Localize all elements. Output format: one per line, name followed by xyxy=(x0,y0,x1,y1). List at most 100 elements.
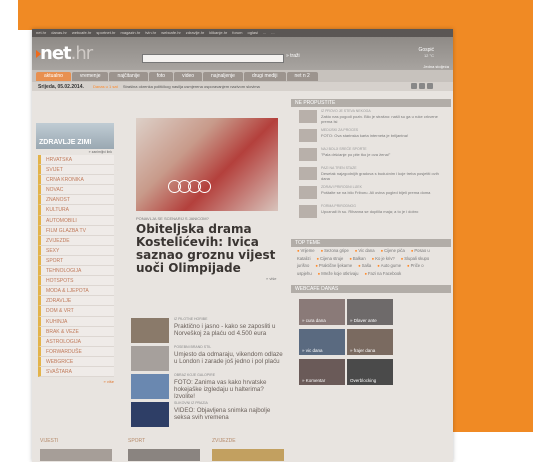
sidebar-category-item[interactable]: BRAK & VEZE xyxy=(38,326,114,337)
top-strip-link[interactable]: oglasi xyxy=(248,30,258,35)
must-see-title[interactable]: FOTO: Ova starinska karta interneta je b… xyxy=(321,133,441,138)
sidebar-category-item[interactable]: ZNANOST xyxy=(38,195,114,206)
sidebar-category-item[interactable]: SPORT xyxy=(38,255,114,267)
nav-tab[interactable]: najčitanije xyxy=(109,71,148,81)
top-tema-label[interactable]: Mreže koje otkrivaju xyxy=(321,271,358,276)
must-see-item[interactable]: FORMA PRIRODNOG Upoznali ih su. Rihanna s… xyxy=(291,202,451,221)
article-thumbnail[interactable] xyxy=(131,318,169,343)
top-tema-label[interactable]: Vic dana xyxy=(358,248,374,253)
top-tema-link[interactable]: ●Sezona gripe xyxy=(321,248,352,253)
must-see-item[interactable]: MEDIJSKI ZA PROCES FOTO: Ova starinska ka… xyxy=(291,126,451,145)
sidebar-category-item[interactable]: MODA & LJEPOTA xyxy=(38,286,114,297)
sidebar-category-item[interactable]: CRNA KRONIKA xyxy=(38,175,114,186)
weather-widget[interactable]: Gospić 12 °C xyxy=(390,47,434,58)
top-tema-link[interactable]: ●Praktične ljekarne xyxy=(315,263,355,268)
nav-tab[interactable]: video xyxy=(174,71,203,81)
top-strip-link[interactable]: zdravlje.hr xyxy=(186,30,204,35)
nav-tab[interactable]: foto xyxy=(148,71,174,81)
vijesti-thumbnail[interactable] xyxy=(40,449,112,461)
top-story-more-link[interactable]: » više xyxy=(266,276,276,281)
top-strip-link[interactable]: webcafe.hr xyxy=(72,30,92,35)
article-title[interactable]: VIDEO: Objavljena snimka najbolje seksa … xyxy=(174,407,286,421)
must-see-title[interactable]: Poštalte se na bilo Friboru. Ali ovina p… xyxy=(321,190,441,195)
rss-icon[interactable] xyxy=(411,83,417,89)
top-strip-link[interactable]: sportnet.hr xyxy=(96,30,115,35)
top-tema-label[interactable]: Auto gume xyxy=(381,263,401,268)
webcafe-tile[interactable]: » Komentar xyxy=(299,359,345,385)
nav-tab[interactable]: vremenje xyxy=(71,71,109,81)
sidebar-category-item[interactable]: SVAŠTARA xyxy=(38,366,114,378)
ticker-headline[interactable]: Strašina okrenka političkog nasilja usmj… xyxy=(123,84,260,89)
sidebar-category-item[interactable]: ZVIJEZDE xyxy=(38,235,114,246)
login-link[interactable]: Jedna stoljeća xyxy=(423,64,449,69)
top-strip-link[interactable]: forum xyxy=(232,30,242,35)
facebook-icon[interactable] xyxy=(427,83,433,89)
section-vijesti-label[interactable]: VIJESTI xyxy=(40,438,58,444)
zvijezde-thumbnail[interactable] xyxy=(212,449,284,461)
article-thumbnail[interactable] xyxy=(131,374,169,399)
top-tema-link[interactable]: ●Ko je kriv? xyxy=(372,256,398,261)
promo-banner[interactable]: ZDRAVLJE ZIMI xyxy=(36,123,114,149)
must-see-title[interactable]: "Pala dršćanje po pite tko je ova žena!" xyxy=(321,152,441,157)
sidebar-category-item[interactable]: SVIJET xyxy=(38,165,114,176)
top-strip-link[interactable]: ... xyxy=(263,30,266,35)
search-input[interactable] xyxy=(142,54,284,63)
must-see-thumbnail[interactable] xyxy=(299,205,317,218)
sidebar-category-item[interactable]: HOTSPOTS xyxy=(38,276,114,287)
sidebar-category-item[interactable]: NOVAC xyxy=(38,185,114,196)
top-tema-label[interactable]: Fazi na Facebook xyxy=(368,271,401,276)
sidebar-category-item[interactable]: ASTROLOGIJA xyxy=(38,336,114,347)
webcafe-tile[interactable]: » frajer dana xyxy=(347,329,393,355)
top-tema-link[interactable]: ●Balkan xyxy=(349,256,368,261)
must-see-thumbnail[interactable] xyxy=(299,186,317,199)
webcafe-tile[interactable]: Overblocking xyxy=(347,359,393,385)
search-button[interactable]: » traži xyxy=(286,53,300,59)
sidebar-category-item[interactable]: FORWARDUŠE xyxy=(38,346,114,357)
top-strip-link[interactable]: ... xyxy=(271,30,274,35)
must-see-item[interactable]: NAJ BOLJI SREĆE SPORTE "Pala dršćanje po … xyxy=(291,145,451,164)
sidebar-category-item[interactable]: FILM GLAZBA TV xyxy=(38,225,114,236)
top-strip-link[interactable]: webcafe.hr xyxy=(161,30,181,35)
article-item[interactable]: POSEBNI BRAND STIL Umjesto da odmaraju, v… xyxy=(131,344,284,372)
top-tema-link[interactable]: ●Auto gume xyxy=(377,263,404,268)
must-see-thumbnail[interactable] xyxy=(299,110,317,123)
top-tema-label[interactable]: Sezona gripe xyxy=(324,248,349,253)
article-title[interactable]: Praktično i jasno - kako se zaposliti u … xyxy=(174,323,286,337)
sport-thumbnail[interactable] xyxy=(128,449,200,461)
top-story-headline[interactable]: Obiteljska drama Kostelićevih: Ivica saz… xyxy=(136,223,284,275)
must-see-thumbnail[interactable] xyxy=(299,148,317,161)
nav-tab[interactable]: aktualno xyxy=(36,71,71,81)
sidebar-category-item[interactable]: TEHNOLOGIJA xyxy=(38,266,114,277)
sidebar-category-item[interactable]: KULTURA xyxy=(38,205,114,216)
twitter-icon[interactable] xyxy=(419,83,425,89)
must-see-item[interactable]: ZDRAVI PRIRODNI LIJEK Poštalte se na bilo… xyxy=(291,183,451,202)
section-sport-label[interactable]: SPORT xyxy=(128,438,145,444)
webcafe-tile[interactable]: » vic dana xyxy=(299,329,345,355)
article-title[interactable]: Umjesto da odmaraju, vikendom odlaze u L… xyxy=(174,351,286,365)
webcafe-tile[interactable]: » Dlaver ante xyxy=(347,299,393,325)
sidebar-category-item[interactable]: SEXY xyxy=(38,245,114,256)
top-tema-link[interactable]: ●Vic dana xyxy=(355,248,378,253)
must-see-thumbnail[interactable] xyxy=(299,167,317,180)
top-story-image[interactable] xyxy=(136,118,278,211)
categories-more-link[interactable]: » više xyxy=(36,379,118,384)
sidebar-category-item[interactable]: HRVATSKA xyxy=(38,155,114,166)
article-thumbnail[interactable] xyxy=(131,402,169,427)
article-thumbnail[interactable] xyxy=(131,346,169,371)
nav-tab[interactable]: drugi mediji xyxy=(243,71,286,81)
top-tema-label[interactable]: Vrijeme xyxy=(301,248,315,253)
sidebar-category-item[interactable]: WEBGRICE xyxy=(38,356,114,367)
top-tema-link[interactable]: ●Vrijeme xyxy=(297,248,318,253)
must-see-title[interactable]: Zašto nas pogodi poziv. Bilo je strašno:… xyxy=(321,114,441,124)
top-tema-label[interactable]: Saša xyxy=(362,263,372,268)
top-strip-link[interactable]: magazin.hr xyxy=(121,30,141,35)
top-tema-link[interactable]: ●Mreže koje otkrivaju xyxy=(318,271,362,276)
section-zvijezde-label[interactable]: ZVIJEZDE xyxy=(212,438,236,444)
nav-tab[interactable]: net n 2 xyxy=(286,71,318,81)
must-see-item[interactable]: PAZI NA TREN STAZE Desetak najzgodnijih g… xyxy=(291,164,451,183)
top-tema-label[interactable]: Praktične ljekarne xyxy=(319,263,352,268)
top-tema-label[interactable]: Cijena struje xyxy=(320,256,343,261)
top-tema-label[interactable]: Ko je kriv? xyxy=(375,256,395,261)
article-item[interactable]: SLIKOVNI IZ PRAZIA VIDEO: Objavljena snim… xyxy=(131,400,284,428)
top-tema-link[interactable]: ●Fazi na Facebook xyxy=(364,271,404,276)
